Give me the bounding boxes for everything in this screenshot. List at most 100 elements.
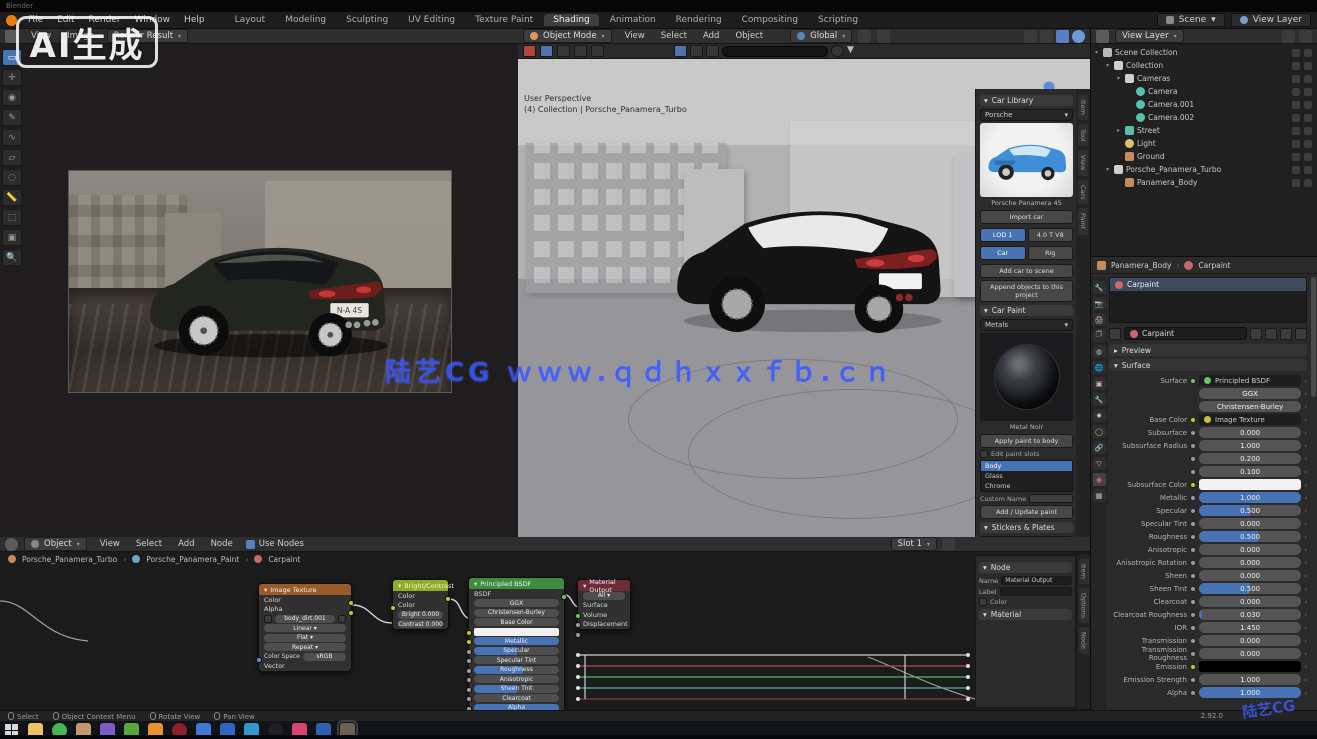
label-input[interactable] bbox=[1000, 587, 1072, 596]
measure-tool[interactable]: 📏 bbox=[2, 189, 22, 206]
properties-tab-particles[interactable]: ✸ bbox=[1093, 409, 1106, 422]
outliner-row[interactable]: Camera.001 bbox=[1095, 98, 1315, 111]
render-visibility-icon[interactable] bbox=[1304, 49, 1312, 57]
hide-eye-icon[interactable] bbox=[1292, 127, 1300, 135]
value-slider[interactable]: 0.000 bbox=[1199, 544, 1301, 555]
shader-tab-node[interactable]: Node bbox=[1079, 627, 1089, 654]
viewport-menu-object[interactable]: Object bbox=[728, 30, 770, 42]
decrement-arrow-icon[interactable]: ‹ bbox=[1304, 533, 1307, 541]
hide-eye-icon[interactable] bbox=[1292, 140, 1300, 148]
value-slider[interactable]: Specular Tint bbox=[474, 656, 559, 664]
decrement-arrow-icon[interactable]: ‹ bbox=[1304, 377, 1307, 385]
node-principled-bsdf[interactable]: ▾Principled BSDFBSDFGGXChristensen-Burle… bbox=[468, 577, 565, 714]
expand-arrow-icon[interactable]: ▾ bbox=[1106, 166, 1114, 173]
annotate-poly-tool[interactable]: ▱ bbox=[2, 149, 22, 166]
decrement-arrow-icon[interactable]: ‹ bbox=[1304, 559, 1307, 567]
viewport-scene[interactable]: User Perspective (4) Collection | Porsch… bbox=[518, 59, 1090, 537]
workspace-tab-texture-paint[interactable]: Texture Paint bbox=[466, 14, 542, 26]
target-dropdown[interactable]: All ▾ bbox=[578, 591, 630, 601]
value-slider[interactable]: 0.500 bbox=[1199, 531, 1301, 542]
car-toggle-button[interactable]: Car bbox=[980, 246, 1026, 260]
proportional-edit-icon[interactable] bbox=[877, 30, 890, 43]
outliner-row[interactable]: Panamera_Body bbox=[1095, 176, 1315, 189]
hide-eye-icon[interactable] bbox=[1292, 166, 1300, 174]
shading-solid-icon[interactable] bbox=[1056, 30, 1069, 43]
in-socket-icon[interactable] bbox=[256, 657, 262, 663]
value-slider[interactable]: 0.000 bbox=[1199, 570, 1301, 581]
shader-tab-options[interactable]: Options bbox=[1079, 588, 1089, 623]
properties-tab-viewlayer[interactable]: 🗇 bbox=[1093, 329, 1106, 342]
color-swatch[interactable] bbox=[474, 628, 559, 636]
workspace-tab-compositing[interactable]: Compositing bbox=[733, 14, 807, 26]
outliner-row[interactable]: Camera.002 bbox=[1095, 111, 1315, 124]
value-slider[interactable]: Anisotropic bbox=[474, 675, 559, 683]
value-slider[interactable]: 0.000 bbox=[1199, 557, 1301, 568]
principled-row[interactable]: GGX bbox=[469, 599, 564, 609]
render-visibility-icon[interactable] bbox=[1304, 62, 1312, 70]
menu-help[interactable]: Help bbox=[177, 14, 212, 26]
hide-eye-icon[interactable] bbox=[1292, 75, 1300, 83]
view-layer-selector[interactable]: View Layer bbox=[1231, 13, 1311, 27]
principled-row[interactable]: Metallic bbox=[469, 637, 564, 647]
decrement-arrow-icon[interactable]: ‹ bbox=[1304, 624, 1307, 632]
expand-arrow-icon[interactable]: ▾ bbox=[1106, 62, 1114, 69]
decrement-arrow-icon[interactable]: ‹ bbox=[1304, 403, 1307, 411]
value-field[interactable]: Bright 0.000 bbox=[398, 611, 443, 619]
decrement-arrow-icon[interactable]: ‹ bbox=[1304, 546, 1307, 554]
decrement-arrow-icon[interactable]: ‹ bbox=[1304, 442, 1307, 450]
append-objects-button[interactable]: Append objects to this project bbox=[980, 280, 1073, 302]
value-slider[interactable]: 0.000 bbox=[1199, 427, 1301, 438]
shader-menu-view[interactable]: View bbox=[93, 538, 127, 550]
active-tool-icon[interactable] bbox=[523, 45, 536, 57]
shader-target-selector[interactable]: Object ▾ bbox=[24, 537, 87, 551]
outliner-row[interactable]: ▸Street bbox=[1095, 124, 1315, 137]
value-slider[interactable]: 1.450 bbox=[1199, 622, 1301, 633]
hide-eye-icon[interactable] bbox=[1292, 114, 1300, 122]
hide-eye-icon[interactable] bbox=[1292, 88, 1300, 96]
value-slider[interactable]: Sheen Tint bbox=[474, 685, 559, 693]
search-icon[interactable] bbox=[1282, 30, 1295, 43]
workspace-tab-sculpting[interactable]: Sculpting bbox=[337, 14, 397, 26]
decrement-arrow-icon[interactable]: ‹ bbox=[1304, 598, 1307, 606]
apply-paint-button[interactable]: Apply paint to body bbox=[980, 434, 1073, 448]
mode-selector[interactable]: Object Mode ▾ bbox=[523, 29, 612, 43]
annotate-line-tool[interactable]: ∿ bbox=[2, 129, 22, 146]
filter-b-icon[interactable] bbox=[690, 45, 703, 57]
filter-funnel-icon[interactable]: ▼ bbox=[847, 45, 860, 57]
principled-row[interactable]: Anisotropic bbox=[469, 675, 564, 685]
render-visibility-icon[interactable] bbox=[1304, 75, 1312, 83]
name-input[interactable]: Material Output bbox=[1001, 576, 1072, 585]
browse-material-icon[interactable] bbox=[1109, 328, 1121, 340]
image-name-field[interactable]: body_dirt.001 bbox=[275, 615, 335, 623]
value-slider[interactable]: Clearcoat bbox=[474, 694, 559, 702]
decrement-arrow-icon[interactable]: ‹ bbox=[1304, 390, 1307, 398]
unlink-icon[interactable] bbox=[1295, 328, 1307, 340]
value-slider[interactable]: 0.000 bbox=[1199, 635, 1301, 646]
decrement-arrow-icon[interactable]: ‹ bbox=[1304, 676, 1307, 684]
node-image-texture[interactable]: ▾Image TextureColorAlphabody_dirt.001Lin… bbox=[258, 583, 352, 672]
sidebar-tab-view[interactable]: View bbox=[1078, 150, 1088, 175]
copy-material-icon[interactable] bbox=[1265, 328, 1277, 340]
select-mode-4-icon[interactable] bbox=[591, 45, 604, 57]
select-mode-3-icon[interactable] bbox=[574, 45, 587, 57]
color-swatch[interactable] bbox=[1199, 661, 1301, 672]
paint-slot-glass[interactable]: Glass bbox=[981, 471, 1072, 481]
workspace-tab-animation[interactable]: Animation bbox=[601, 14, 665, 26]
zoom-tool[interactable]: 🔍 bbox=[2, 249, 22, 266]
cursor-tool[interactable]: ✛ bbox=[2, 69, 22, 86]
outliner-row[interactable]: Light bbox=[1095, 137, 1315, 150]
value-slider[interactable]: 0.000 bbox=[1199, 518, 1301, 529]
sample-tool[interactable]: ◉ bbox=[2, 89, 22, 106]
render-visibility-icon[interactable] bbox=[1304, 153, 1312, 161]
properties-tab-physics[interactable]: ◯ bbox=[1093, 425, 1106, 438]
viewport-menu-view[interactable]: View bbox=[618, 30, 652, 42]
value-slider[interactable]: 0.000 bbox=[1199, 596, 1301, 607]
dropdown-field[interactable]: GGX bbox=[1199, 388, 1301, 399]
principled-row[interactable]: Specular Tint bbox=[469, 656, 564, 666]
render-visibility-icon[interactable] bbox=[1304, 114, 1312, 122]
scene-selector[interactable]: Scene ▾ bbox=[1157, 13, 1225, 27]
node-header[interactable]: ▾Material Output bbox=[578, 580, 630, 591]
decrement-arrow-icon[interactable]: ‹ bbox=[1304, 611, 1307, 619]
value-slider[interactable]: 0.500 bbox=[1199, 505, 1301, 516]
decrement-arrow-icon[interactable]: ‹ bbox=[1304, 468, 1307, 476]
